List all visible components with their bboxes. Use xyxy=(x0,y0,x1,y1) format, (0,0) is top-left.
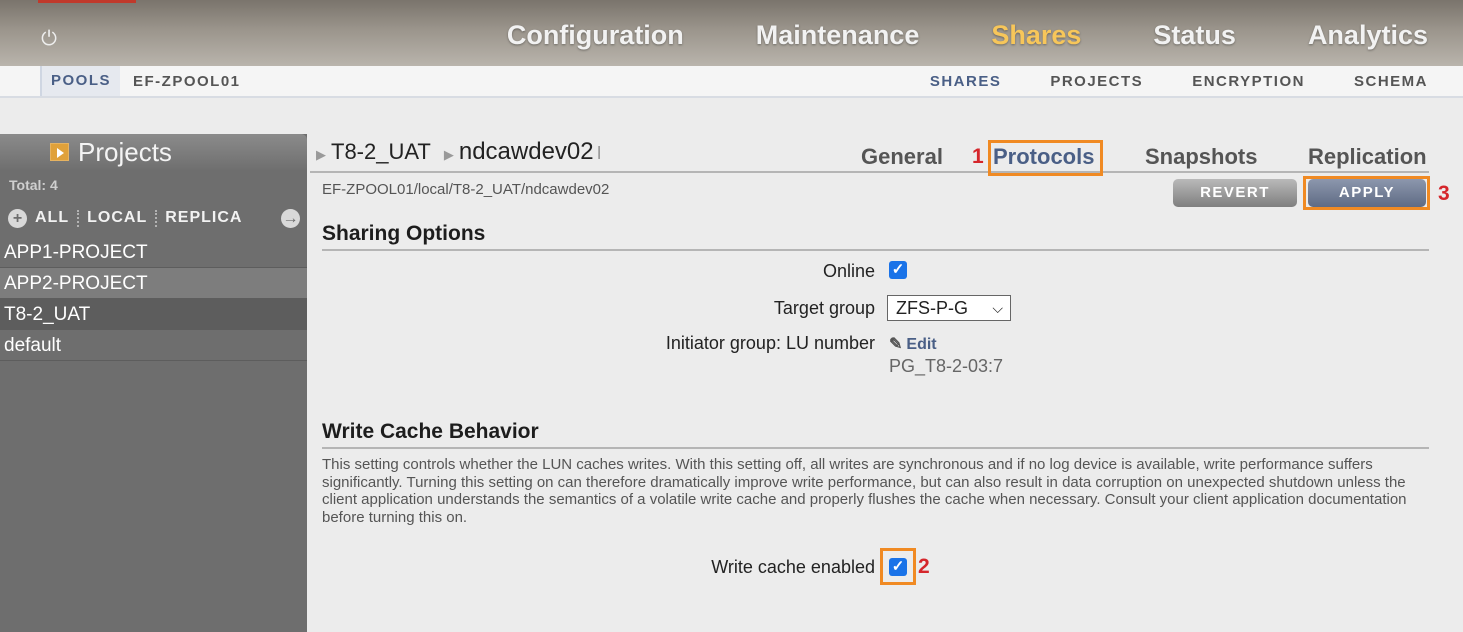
breadcrumb-arrow-icon: ▶ xyxy=(316,147,326,162)
tab-shares[interactable]: SHARES xyxy=(930,66,1002,98)
nav-shares[interactable]: Shares xyxy=(991,20,1081,51)
write-cache-highlight xyxy=(880,548,916,585)
project-item[interactable]: APP2-PROJECT xyxy=(0,268,307,299)
project-item[interactable]: default xyxy=(0,330,307,361)
expand-icon[interactable] xyxy=(50,143,69,161)
nav-analytics[interactable]: Analytics xyxy=(1308,20,1428,51)
initiator-group-label: Initiator group: LU number xyxy=(665,333,875,353)
tab-projects[interactable]: PROJECTS xyxy=(1050,66,1143,98)
target-group-label: Target group xyxy=(773,298,875,318)
edit-link[interactable]: ✎ Edit xyxy=(889,334,937,354)
main-nav: Configuration Maintenance Shares Status … xyxy=(435,20,1428,51)
pool-name[interactable]: EF-ZPOOL01 xyxy=(133,66,241,98)
online-label: Online xyxy=(822,261,875,281)
tab-replication[interactable]: Replication xyxy=(1308,144,1427,170)
apply-highlight xyxy=(1303,176,1430,210)
sharing-options-heading: Sharing Options xyxy=(322,222,1429,251)
nav-configuration[interactable]: Configuration xyxy=(507,20,684,51)
breadcrumb: ▶ T8-2_UAT ▶ ndcawdev02 I xyxy=(316,138,602,166)
write-cache-heading: Write Cache Behavior xyxy=(322,420,1429,449)
target-group-value: ZFS-P-G xyxy=(896,298,968,318)
add-project-icon[interactable]: + xyxy=(8,208,27,228)
text-cursor-icon: I xyxy=(596,143,602,163)
nav-status[interactable]: Status xyxy=(1153,20,1236,51)
sub-nav: POOLS EF-ZPOOL01 SHARES PROJECTS ENCRYPT… xyxy=(0,66,1463,98)
pools-link[interactable]: POOLS xyxy=(40,66,121,96)
filter-replica[interactable]: REPLICA xyxy=(165,209,242,227)
project-item[interactable]: T8-2_UAT xyxy=(0,299,307,330)
breadcrumb-arrow-icon: ▶ xyxy=(443,147,454,162)
annotation-mark-3: 3 xyxy=(1438,182,1450,205)
filter-all[interactable]: ALL xyxy=(35,209,69,227)
breadcrumb-share[interactable]: ndcawdev02 xyxy=(459,138,594,166)
project-list: APP1-PROJECT APP2-PROJECT T8-2_UAT defau… xyxy=(0,237,307,361)
filter-separator xyxy=(77,209,80,227)
online-checkbox[interactable]: ✓ xyxy=(889,261,907,279)
sidebar-title: Projects xyxy=(78,137,172,167)
sub-tabs: SHARES PROJECTS ENCRYPTION SCHEMA xyxy=(881,66,1428,98)
sidebar-header: Projects xyxy=(0,134,307,170)
brand-stripe xyxy=(38,0,136,3)
target-group-select[interactable]: ZFS-P-G ⌵ xyxy=(887,295,1011,321)
projects-sidebar: Projects Total: 4 + ALL LOCAL REPLICA → … xyxy=(0,134,307,632)
arrow-right-icon[interactable]: → xyxy=(281,208,300,228)
tab-encryption[interactable]: ENCRYPTION xyxy=(1192,66,1305,98)
tab-general[interactable]: General xyxy=(861,144,943,170)
edit-label: Edit xyxy=(906,336,937,353)
filter-local[interactable]: LOCAL xyxy=(87,209,147,227)
top-header: ⏻ Configuration Maintenance Shares Statu… xyxy=(0,0,1463,66)
power-icon[interactable]: ⏻ xyxy=(38,28,60,50)
pencil-icon: ✎ xyxy=(889,336,903,353)
revert-button[interactable]: REVERT xyxy=(1173,179,1297,207)
annotation-mark-1: 1 xyxy=(972,145,984,168)
tab-snapshots[interactable]: Snapshots xyxy=(1145,144,1257,170)
initiator-group-value: PG_T8-2-03:7 xyxy=(889,356,1004,376)
write-cache-description: This setting controls whether the LUN ca… xyxy=(322,456,1407,526)
projects-total: Total: 4 xyxy=(9,177,58,193)
filter-separator xyxy=(155,209,158,227)
chevron-down-icon: ⌵ xyxy=(992,300,1003,316)
annotation-mark-2: 2 xyxy=(918,555,930,578)
project-filters: + ALL LOCAL REPLICA → xyxy=(8,206,300,230)
tab-schema[interactable]: SCHEMA xyxy=(1354,66,1428,98)
protocols-highlight xyxy=(988,140,1103,176)
write-cache-enabled-label: Write cache enabled xyxy=(711,557,875,577)
breadcrumb-project[interactable]: T8-2_UAT xyxy=(331,139,431,165)
project-item[interactable]: APP1-PROJECT xyxy=(0,237,307,268)
nav-maintenance[interactable]: Maintenance xyxy=(756,20,920,51)
share-path: EF-ZPOOL01/local/T8-2_UAT/ndcawdev02 xyxy=(322,181,610,198)
